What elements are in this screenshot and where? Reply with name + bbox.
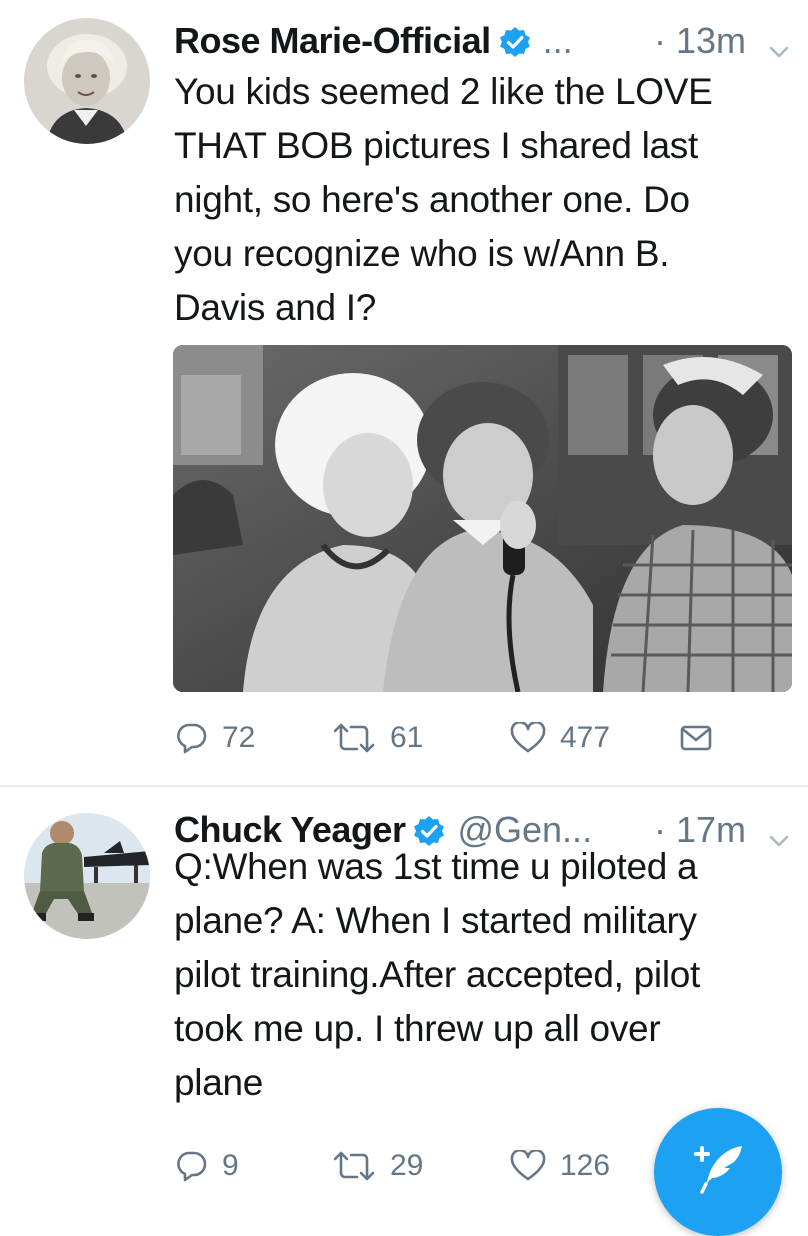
like-icon bbox=[510, 1150, 546, 1182]
verified-badge-icon bbox=[499, 25, 531, 57]
like-count: 126 bbox=[560, 1149, 611, 1182]
reply-icon bbox=[174, 721, 208, 755]
reply-count: 72 bbox=[222, 721, 256, 754]
tweet-actions: 9 29 126 bbox=[174, 1144, 734, 1188]
like-button[interactable]: 126 bbox=[510, 1144, 610, 1188]
compose-tweet-icon bbox=[688, 1138, 748, 1203]
direct-message-button[interactable] bbox=[680, 716, 712, 760]
direct-message-icon bbox=[680, 724, 712, 752]
avatar[interactable] bbox=[24, 18, 150, 144]
reply-button[interactable]: 72 bbox=[174, 716, 255, 760]
timestamp[interactable]: · 13m bbox=[654, 20, 746, 62]
retweet-icon bbox=[332, 1150, 376, 1182]
chevron-down-icon[interactable] bbox=[768, 30, 790, 58]
chevron-down-icon[interactable] bbox=[768, 819, 790, 847]
retweet-count: 29 bbox=[390, 1149, 424, 1182]
retweet-button[interactable]: 61 bbox=[332, 716, 423, 760]
tweet-text: Q:When was 1st time u piloted a plane? A… bbox=[174, 846, 701, 1103]
reply-icon bbox=[174, 1149, 208, 1183]
reply-count: 9 bbox=[222, 1149, 239, 1182]
tweet-header: Rose Marie-Official ... · 13m bbox=[174, 16, 790, 66]
display-name[interactable]: Rose Marie-Official bbox=[174, 20, 491, 62]
tweet[interactable]: Rose Marie-Official ... · 13m You kids s… bbox=[0, 0, 808, 786]
like-count: 477 bbox=[560, 721, 611, 754]
like-button[interactable]: 477 bbox=[510, 716, 610, 760]
retweet-count: 61 bbox=[390, 721, 424, 754]
retweet-button[interactable]: 29 bbox=[332, 1144, 423, 1188]
tweet-text: You kids seemed 2 like the LOVE THAT BOB… bbox=[174, 71, 713, 328]
tweet-actions: 72 61 477 bbox=[174, 716, 734, 760]
like-icon bbox=[510, 722, 546, 754]
tweet-photo[interactable] bbox=[173, 345, 792, 692]
retweet-icon bbox=[332, 722, 376, 754]
compose-tweet-button[interactable] bbox=[654, 1108, 782, 1236]
avatar[interactable] bbox=[24, 813, 150, 939]
user-handle[interactable]: ... bbox=[543, 20, 648, 62]
reply-button[interactable]: 9 bbox=[174, 1144, 239, 1188]
